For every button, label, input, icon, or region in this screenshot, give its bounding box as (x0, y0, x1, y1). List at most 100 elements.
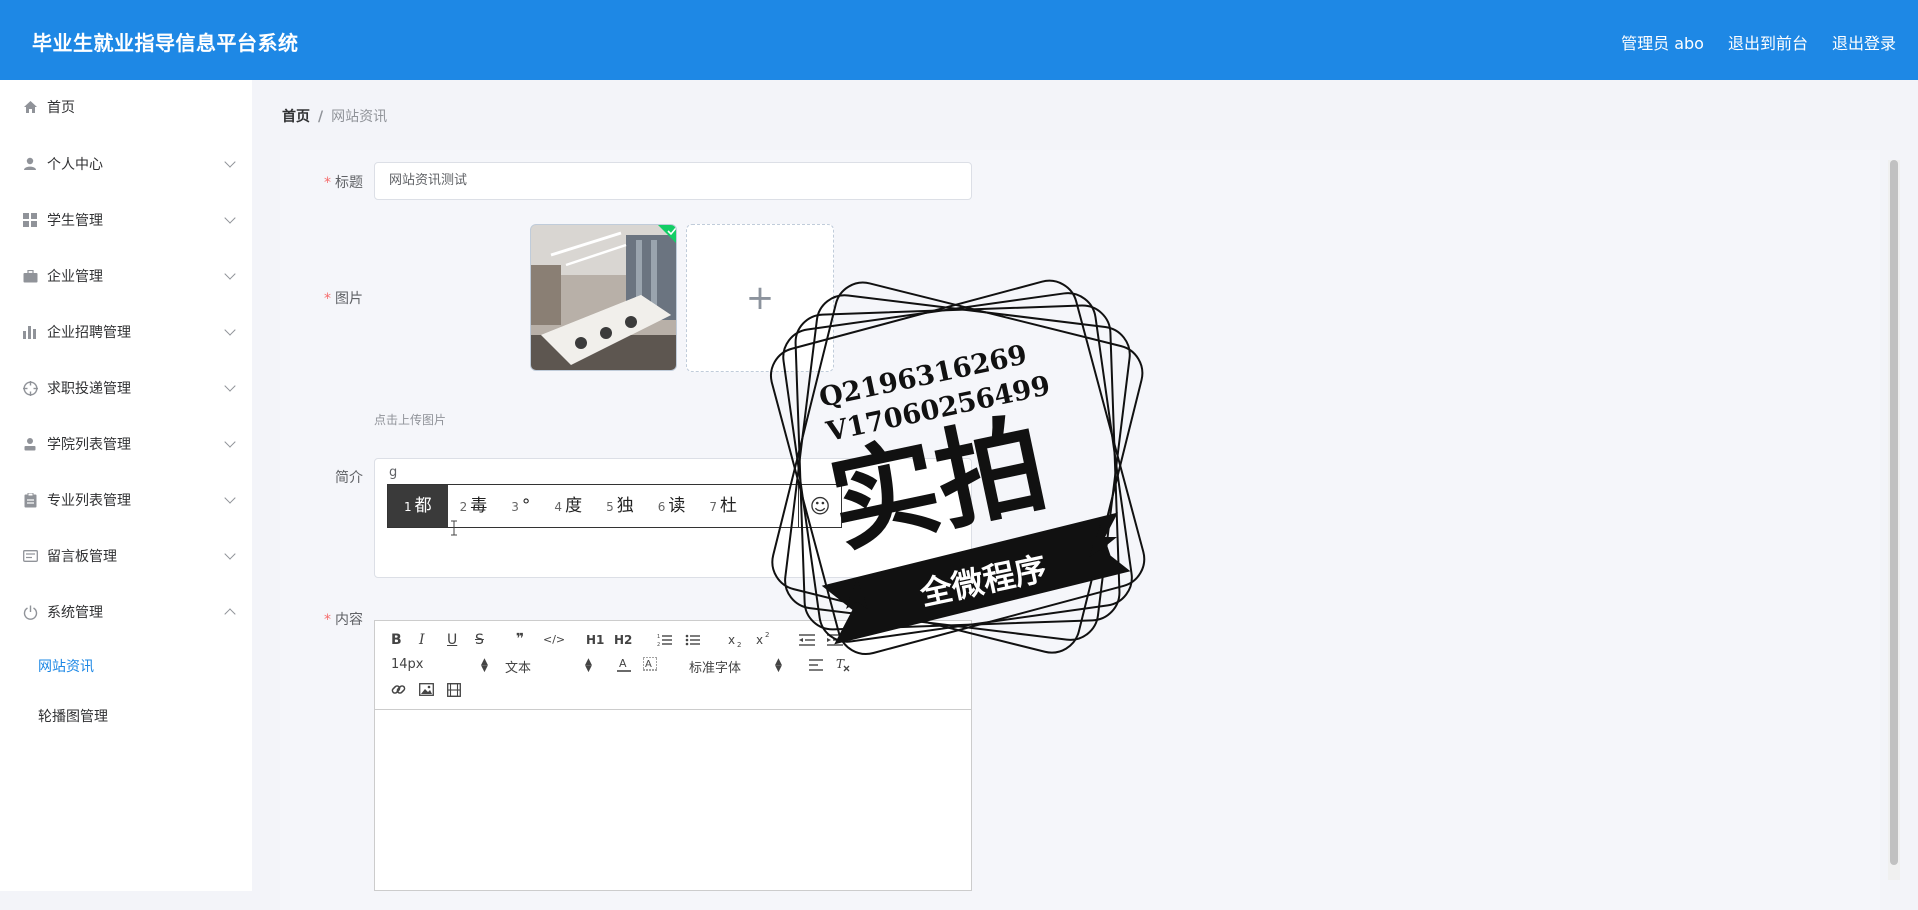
intro-value: g (389, 465, 398, 480)
chevron-down-icon (224, 436, 236, 448)
code-block-button[interactable]: </> (543, 633, 565, 646)
sidebar-item-messages[interactable]: 留言板管理 (0, 536, 252, 576)
target-icon (22, 380, 38, 396)
breadcrumb-home[interactable]: 首页 (282, 109, 310, 125)
intro-label: 简介 (335, 470, 363, 486)
sidebar-item-label: 学院列表管理 (47, 437, 131, 453)
sidebar-item-label: 求职投递管理 (47, 381, 131, 397)
ime-candidate[interactable]: 1都 (388, 485, 448, 527)
editor-toolbar: B I U S ❞ </> H1 H2 12 x2 x2 14px ▲ ▼ 文本 ▲ ▼… (375, 621, 971, 710)
app-title: 毕业生就业指导信息平台系统 (32, 31, 299, 55)
rich-text-editor: B I U S ❞ </> H1 H2 12 x2 x2 14px ▲ ▼ 文本 ▲ ▼… (374, 620, 972, 891)
sidebar-item-colleges[interactable]: 学院列表管理 (0, 424, 252, 464)
title-label: * 标题 (324, 175, 363, 191)
ordered-list-icon[interactable]: 12 (657, 633, 673, 647)
h2-button[interactable]: H2 (614, 633, 632, 647)
sidebar-item-companies[interactable]: 企业管理 (0, 256, 252, 296)
link-icon[interactable] (391, 682, 406, 697)
message-icon (22, 548, 38, 564)
svg-text:2: 2 (737, 641, 741, 648)
chevron-down-icon (224, 212, 236, 224)
exit-to-frontend-link[interactable]: 退出到前台 (1728, 30, 1808, 54)
logout-link[interactable]: 退出登录 (1832, 30, 1896, 54)
sidebar-item-label: 企业招聘管理 (47, 325, 131, 341)
bar-chart-icon (22, 324, 38, 340)
sidebar-item-label: 个人中心 (47, 157, 103, 173)
sidebar-item-students[interactable]: 学生管理 (0, 200, 252, 240)
h1-button[interactable]: H1 (586, 633, 604, 647)
title-input[interactable]: 网站资讯测试 (374, 162, 972, 200)
superscript-icon[interactable]: x2 (756, 631, 774, 646)
sidebar-item-recruitment[interactable]: 企业招聘管理 (0, 312, 252, 352)
chevron-down-icon (224, 156, 236, 168)
page-scrollbar[interactable] (1888, 160, 1900, 880)
sidebar-item-label: 留言板管理 (47, 549, 117, 565)
select-arrows-icon: ▲ ▼ (775, 657, 782, 674)
sidebar-item-majors[interactable]: 专业列表管理 (0, 480, 252, 520)
sidebar-item-profile[interactable]: 个人中心 (0, 144, 252, 184)
breadcrumb: 首页 / 网站资讯 (282, 106, 387, 126)
sidebar: 首页 个人中心 学生管理 企业管理 企业招聘管理 求职投递管理 学院列表管理 专… (0, 80, 252, 891)
svg-text:2: 2 (765, 631, 769, 639)
font-family-select[interactable]: 标准字体 ▲ ▼ (689, 657, 787, 677)
outdent-icon[interactable] (799, 633, 815, 647)
subscript-icon[interactable]: x2 (728, 633, 746, 648)
sidebar-item-label: 系统管理 (47, 605, 103, 621)
svg-text:x: x (728, 633, 735, 647)
font-size-select[interactable]: 14px ▲ ▼ (391, 657, 489, 674)
underline-button[interactable]: U (447, 632, 457, 648)
bold-button[interactable]: B (391, 632, 402, 648)
video-icon[interactable] (447, 683, 461, 697)
breadcrumb-separator: / (318, 109, 324, 125)
strike-button[interactable]: S (475, 632, 484, 648)
svg-text:2: 2 (657, 642, 660, 647)
svg-text:1: 1 (657, 634, 660, 640)
sidebar-item-label: 学生管理 (47, 213, 103, 229)
sidebar-item-label: 专业列表管理 (47, 493, 131, 509)
image-label: * 图片 (324, 291, 363, 307)
ime-candidate[interactable]: 7杜 (697, 485, 749, 527)
top-header: 毕业生就业指导信息平台系统 管理员 abo 退出到前台 退出登录 (0, 0, 1918, 80)
sidebar-item-label: 企业管理 (47, 269, 103, 285)
header-links: 管理员 abo 退出到前台 退出登录 (1621, 30, 1896, 54)
ime-candidate[interactable]: 3 ° (499, 485, 542, 527)
clipboard-icon (22, 492, 38, 508)
grid-icon (22, 212, 38, 228)
chevron-down-icon (224, 380, 236, 392)
scrollbar-thumb[interactable] (1890, 160, 1898, 865)
blockquote-button[interactable]: ❞ (516, 631, 524, 647)
select-arrows-icon: ▲ ▼ (585, 657, 592, 674)
bullet-list-icon[interactable] (685, 633, 701, 647)
ime-candidate[interactable]: 5独 (594, 485, 646, 527)
meeting-room-photo (531, 225, 676, 370)
svg-text:x: x (756, 633, 763, 646)
chevron-up-icon (224, 608, 236, 620)
svg-text:A: A (645, 659, 652, 670)
sidebar-item-label: 首页 (47, 100, 75, 116)
admin-user-link[interactable]: 管理员 abo (1621, 30, 1704, 54)
power-icon (22, 604, 38, 620)
text-cursor-icon (451, 520, 457, 536)
background-color-icon[interactable]: A (643, 657, 657, 672)
sidebar-item-system[interactable]: 系统管理 (0, 592, 252, 632)
indent-icon[interactable] (827, 633, 843, 647)
ime-candidate[interactable]: 6读 (646, 485, 698, 527)
image-upload-button[interactable]: + (686, 224, 834, 372)
ime-candidate[interactable]: 4度 (542, 485, 594, 527)
upload-hint: 点击上传图片 (374, 413, 447, 427)
user-icon (22, 156, 38, 172)
uploaded-image-thumbnail[interactable] (530, 224, 677, 371)
italic-button[interactable]: I (419, 632, 425, 648)
chevron-down-icon (224, 548, 236, 560)
emoji-icon[interactable]: ☺ (798, 485, 841, 527)
header-format-select[interactable]: 文本 ▲ ▼ (505, 657, 603, 677)
content-label: * 内容 (324, 612, 363, 628)
sidebar-subitem-carousel[interactable]: 轮播图管理 (38, 706, 108, 726)
font-color-icon[interactable]: A (617, 657, 631, 672)
sidebar-subitem-news[interactable]: 网站资讯 (38, 656, 94, 676)
image-icon[interactable] (419, 683, 434, 696)
sidebar-item-applications[interactable]: 求职投递管理 (0, 368, 252, 408)
align-icon[interactable] (809, 659, 824, 671)
sidebar-item-home[interactable]: 首页 (0, 87, 252, 127)
clear-format-icon[interactable]: T (835, 657, 850, 672)
